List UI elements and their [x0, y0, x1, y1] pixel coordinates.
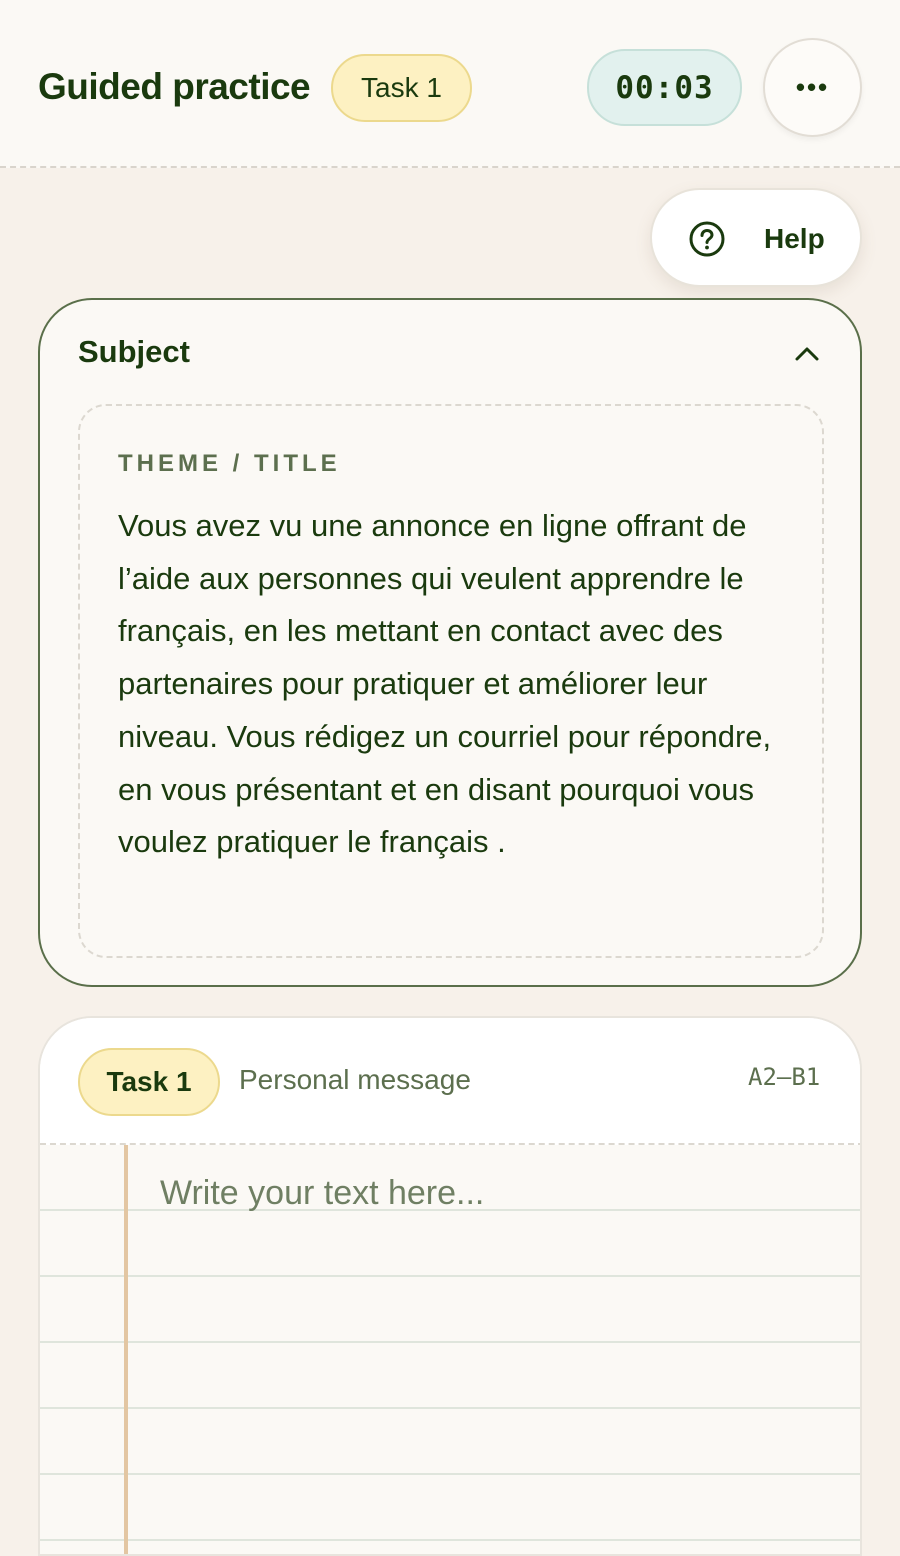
- help-button[interactable]: Help: [650, 188, 862, 287]
- theme-text: Vous avez vu une annonce en ligne offran…: [118, 508, 772, 860]
- margin-line: [124, 1145, 128, 1554]
- task-level-label: A2–B1: [748, 1063, 821, 1091]
- page-title: Guided practice: [38, 66, 311, 107]
- more-dots-icon: •••: [795, 72, 830, 102]
- more-options-button[interactable]: •••: [763, 38, 862, 137]
- task-card: Task 1 Personal message A2–B1: [38, 1016, 862, 1556]
- top-bar: Guided practice Task 1 00:03 •••: [0, 0, 900, 168]
- subject-card: Subject THEME / TITLE Vous avez vu une a…: [38, 298, 862, 987]
- subject-title: Subject: [78, 334, 190, 369]
- task-badge: Task 1: [331, 54, 472, 122]
- theme-label: THEME / TITLE: [118, 450, 341, 477]
- task-card-badge: Task 1: [78, 1048, 220, 1116]
- question-circle-icon: [689, 221, 725, 257]
- task-card-header: Task 1 Personal message A2–B1: [40, 1018, 860, 1145]
- timer-display: 00:03: [587, 49, 742, 126]
- task-type-label: Personal message: [239, 1064, 471, 1095]
- theme-box: THEME / TITLE Vous avez vu une annonce e…: [78, 404, 824, 958]
- chevron-up-icon[interactable]: [792, 338, 822, 368]
- lined-writing-area: [40, 1145, 860, 1554]
- text-input[interactable]: [160, 1161, 840, 1241]
- help-label: Help: [764, 223, 825, 254]
